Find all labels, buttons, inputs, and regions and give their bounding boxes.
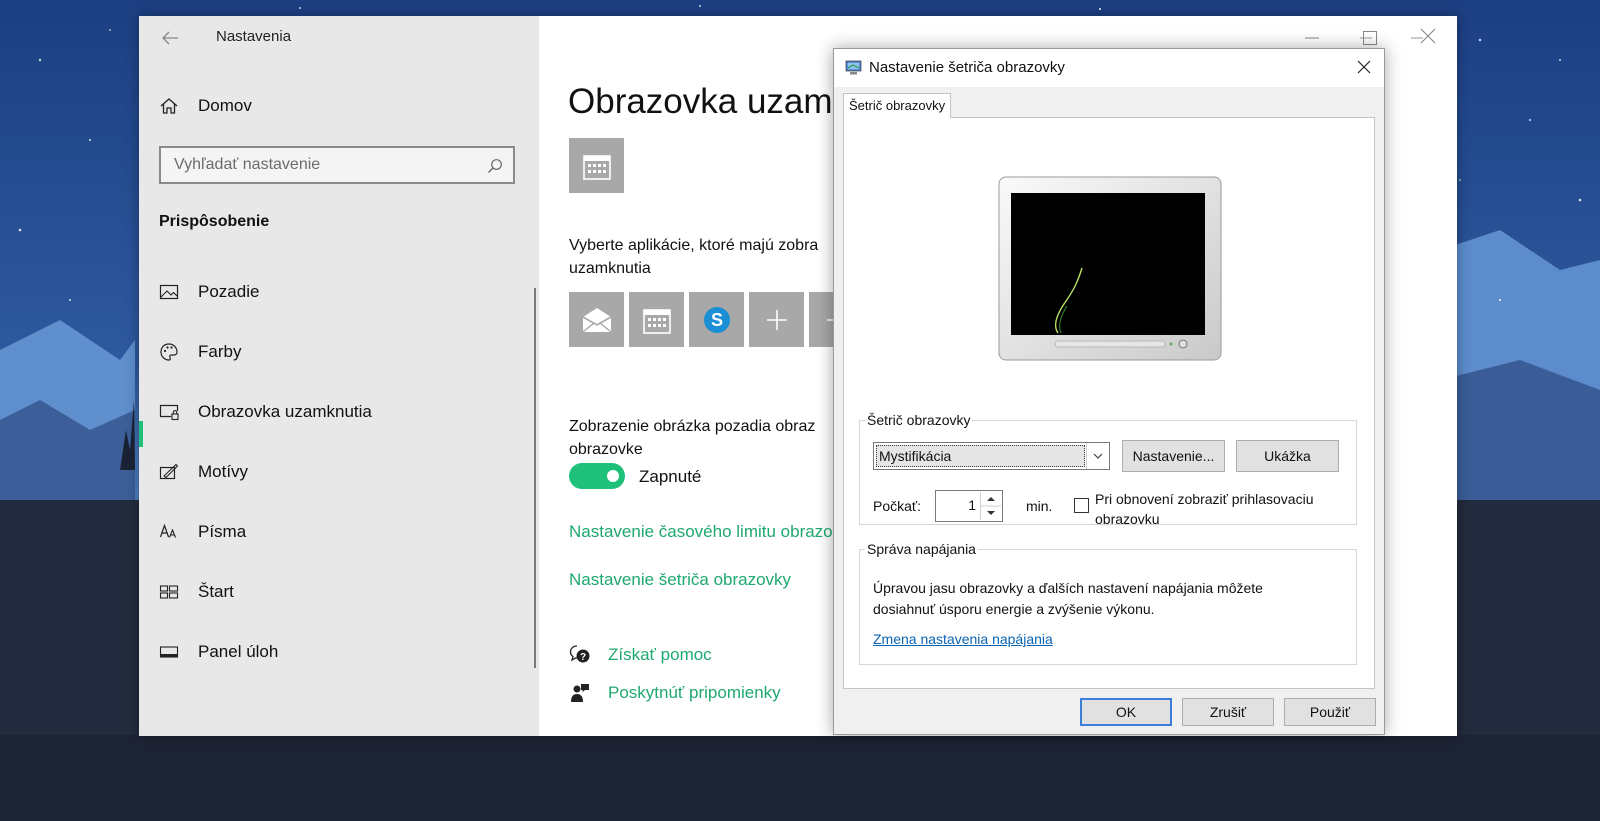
page-title: Obrazovka uzamk xyxy=(568,82,851,121)
dialog-titlebar: Nastavenie šetriča obrazovky xyxy=(834,49,1384,87)
wait-label: Počkať: xyxy=(873,498,922,514)
preview-button[interactable]: Ukážka xyxy=(1236,440,1339,472)
sidebar-scrollbar[interactable] xyxy=(534,288,536,668)
cancel-button[interactable]: Zrušiť xyxy=(1182,698,1274,726)
tab-screensaver[interactable]: Šetrič obrazovky xyxy=(843,93,951,118)
skype-tile[interactable]: S xyxy=(689,292,744,347)
fonts-icon xyxy=(159,523,177,538)
screensaver-dialog: Nastavenie šetriča obrazovky Šetrič obra… xyxy=(833,48,1385,735)
calendar-icon xyxy=(642,308,671,334)
start-icon xyxy=(159,585,179,599)
sidebar-item-farby[interactable]: Farby xyxy=(159,332,519,372)
feedback-label: Poskytnúť pripomienky xyxy=(608,683,781,702)
screensaver-select-value: Mystifikácia xyxy=(876,445,1085,467)
sidebar-item-motivy[interactable]: Motívy xyxy=(159,452,519,492)
picture-icon xyxy=(159,284,179,300)
background-toggle[interactable] xyxy=(569,463,625,489)
taskbar-icon xyxy=(159,646,179,658)
apps-description-line: uzamknutia xyxy=(569,260,651,277)
sidebar-item-pozadie[interactable]: Pozadie xyxy=(159,272,519,312)
apps-description: Vyberte aplikácie, ktoré majú zobra uzam… xyxy=(569,234,818,280)
screensaver-settings-link[interactable]: Nastavenie šetriča obrazovky xyxy=(569,570,791,590)
maximize-icon[interactable] xyxy=(1360,28,1380,48)
ok-button[interactable]: OK xyxy=(1080,698,1172,726)
wait-minutes-stepper[interactable]: 1 xyxy=(935,490,1003,522)
sidebar-item-label: Štart xyxy=(198,582,234,601)
dialog-title: Nastavenie šetriča obrazovky xyxy=(869,59,1065,76)
palette-icon xyxy=(160,343,178,361)
sidebar-item-start[interactable]: Štart xyxy=(159,572,519,612)
section-heading: Prispôsobenie xyxy=(159,213,270,230)
home-label: Domov xyxy=(198,96,252,115)
power-group-label: Správa napájania xyxy=(867,541,976,557)
power-description-line: Úpravou jasu obrazovky a ďalších nastave… xyxy=(873,580,1263,596)
help-icon: ? xyxy=(569,645,590,663)
sidebar-item-label: Obrazovka uzamknutia xyxy=(198,402,372,421)
search-placeholder: Vyhľadať nastavenie xyxy=(174,156,321,173)
settings-sidebar: Nastavenia Domov Vyhľadať nastavenie Pri… xyxy=(139,16,539,736)
back-arrow-icon[interactable] xyxy=(161,30,179,46)
plus-icon xyxy=(766,309,787,330)
screensaver-settings-button[interactable]: Nastavenie... xyxy=(1122,440,1225,472)
feedback-icon xyxy=(571,684,589,702)
minimize-icon[interactable] xyxy=(1302,28,1322,48)
spin-arrows-icon[interactable] xyxy=(980,492,1001,520)
calendar-icon xyxy=(582,154,611,180)
screensaver-group-label: Šetrič obrazovky xyxy=(867,412,971,428)
dialog-close-icon[interactable] xyxy=(1356,59,1372,75)
active-indicator xyxy=(139,421,143,447)
sidebar-item-pisma[interactable]: Písma xyxy=(159,512,519,552)
search-icon xyxy=(488,159,502,173)
sidebar-item-label: Motívy xyxy=(198,462,249,481)
screen-timeout-link[interactable]: Nastavenie časového limitu obrazo xyxy=(569,522,833,542)
screensaver-select[interactable]: Mystifikácia xyxy=(873,442,1110,470)
min-label: min. xyxy=(1026,498,1053,514)
sidebar-item-obrazovka-uzamknutia[interactable]: Obrazovka uzamknutia xyxy=(159,392,519,432)
resume-logon-checkbox[interactable] xyxy=(1074,498,1089,513)
screensaver-app-icon xyxy=(845,60,862,75)
feedback-link[interactable]: Poskytnúť pripomienky xyxy=(569,682,781,704)
calendar-tile[interactable] xyxy=(569,138,624,193)
resume-logon-line: Pri obnovení zobraziť prihlasovaciu xyxy=(1095,491,1314,507)
monitor-preview xyxy=(998,176,1222,361)
resume-logon-label: Pri obnovení zobraziť prihlasovaciu obra… xyxy=(1095,489,1313,529)
power-description: Úpravou jasu obrazovky a ďalších nastave… xyxy=(873,578,1263,620)
power-description-line: dosiahnuť úsporu energie a zvýšenie výko… xyxy=(873,601,1155,617)
background-description-line: Zobrazenie obrázka pozadia obraz xyxy=(569,418,816,435)
svg-text:?: ? xyxy=(580,652,586,663)
home-icon xyxy=(160,98,178,114)
svg-text:S: S xyxy=(710,310,722,330)
sidebar-item-panel-uloh[interactable]: Panel úloh xyxy=(159,632,519,672)
toggle-state: Zapnuté xyxy=(639,467,702,486)
sidebar-item-label: Pozadie xyxy=(198,282,260,301)
background-description: Zobrazenie obrázka pozadia obraz obrazov… xyxy=(569,415,815,461)
lock-screen-icon xyxy=(159,404,179,421)
close-icon[interactable] xyxy=(1418,26,1438,46)
themes-icon xyxy=(159,463,179,480)
resume-logon-line: obrazovku xyxy=(1095,511,1160,527)
tab-label: Šetrič obrazovky xyxy=(849,98,946,113)
screensaver-selected-text: Mystifikácia xyxy=(879,448,952,464)
toggle-knob xyxy=(607,470,619,482)
calendar-app-tile[interactable] xyxy=(629,292,684,347)
background-description-line: obrazovke xyxy=(569,441,643,458)
mail-icon xyxy=(582,307,611,333)
skype-icon: S xyxy=(703,306,730,333)
search-input[interactable]: Vyhľadať nastavenie xyxy=(159,146,515,184)
chevron-down-icon xyxy=(1086,443,1103,469)
get-help-label: Získať pomoc xyxy=(608,645,712,664)
sidebar-item-label: Farby xyxy=(198,342,242,361)
apply-button[interactable]: Použiť xyxy=(1284,698,1376,726)
get-help-link[interactable]: ? Získať pomoc xyxy=(569,644,712,666)
add-app-tile[interactable] xyxy=(749,292,804,347)
app-title: Nastavenia xyxy=(216,28,292,45)
sidebar-item-label: Panel úloh xyxy=(198,642,279,661)
sidebar-item-home[interactable]: Domov xyxy=(159,96,252,116)
mail-tile[interactable] xyxy=(569,292,624,347)
wait-minutes-value: 1 xyxy=(968,497,976,513)
apps-description-line: Vyberte aplikácie, ktoré majú zobra xyxy=(569,237,819,254)
sidebar-item-label: Písma xyxy=(198,522,247,541)
power-settings-link[interactable]: Zmena nastavenia napájania xyxy=(873,631,1053,647)
